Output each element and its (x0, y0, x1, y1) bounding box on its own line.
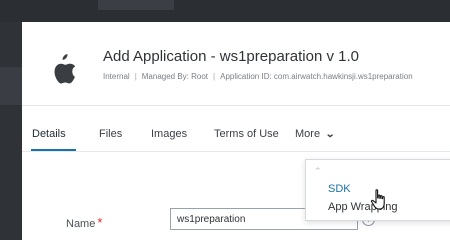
left-sidebar (0, 22, 22, 240)
tab-details[interactable]: Details (32, 128, 66, 140)
menu-item-sdk[interactable]: SDK (328, 183, 351, 195)
header-divider (22, 105, 450, 106)
application-id: Application ID: com.airwatch.hawkinsji.w… (220, 72, 413, 81)
required-marker: * (97, 215, 103, 230)
tab-bar: Details Files Images Terms of Use More ⌄ (22, 122, 450, 152)
sidebar-active-marker (0, 67, 22, 105)
apple-logo-icon (54, 54, 76, 84)
top-nav-bar (0, 0, 450, 22)
chevron-down-icon: ⌄ (325, 129, 336, 140)
meta-separator: | (134, 72, 137, 81)
app-meta-line: Internal | Managed By: Root | Application ID… (103, 72, 450, 81)
top-nav-tab[interactable] (98, 0, 174, 10)
chevron-up-icon: ⌃ (314, 166, 322, 176)
tab-terms-of-use[interactable]: Terms of Use (214, 128, 279, 140)
meta-separator: | (213, 72, 216, 81)
hand-cursor-icon (370, 189, 385, 210)
tab-bar-divider (22, 151, 450, 152)
tab-more[interactable]: More ⌄ (295, 128, 336, 140)
tab-images[interactable]: Images (151, 128, 187, 140)
tab-files[interactable]: Files (99, 128, 122, 140)
name-field-label: Name * (66, 215, 102, 230)
page-title: Add Application - ws1preparation v 1.0 (103, 48, 359, 65)
add-application-dialog: Add Application - ws1preparation v 1.0 I… (22, 22, 450, 240)
tab-more-label: More (295, 128, 321, 140)
managed-by: Managed By: Root (141, 72, 209, 81)
name-label-text: Name (66, 218, 96, 230)
app-type: Internal (103, 72, 130, 81)
